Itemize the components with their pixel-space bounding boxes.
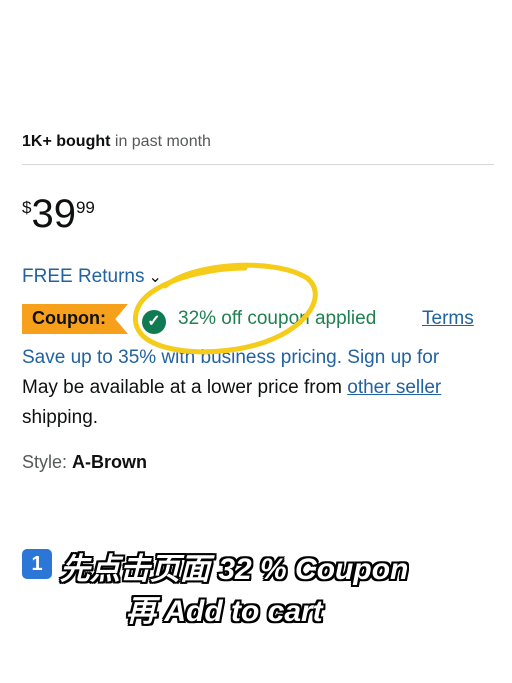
free-returns-link[interactable]: FREE Returns ⌄ [22, 266, 162, 288]
coupon-badge-label: Coupon: [32, 308, 106, 328]
coupon-applied-text: 32% off coupon applied [178, 308, 377, 329]
coupon-badge: Coupon: [22, 304, 128, 334]
price-currency: $ [22, 198, 32, 217]
caption-line-1: 先点击页面 32 % Coupon [60, 553, 409, 586]
shipping-text: shipping. [22, 407, 99, 428]
style-label: Style: [22, 452, 73, 472]
price-whole: 39 [31, 192, 76, 236]
bought-in-past-month: 1K+ bought in past month [22, 133, 211, 151]
step-number-badge: 1 [22, 549, 52, 579]
price: $3999 [22, 192, 95, 236]
free-returns-label: FREE Returns [22, 266, 145, 287]
bought-period: in past month [110, 133, 211, 150]
price-fraction: 99 [75, 198, 95, 217]
divider [22, 164, 494, 165]
lower-price-text: May be available at a lower price from o… [22, 377, 494, 399]
chevron-down-icon: ⌄ [148, 269, 162, 286]
other-sellers-link[interactable]: other seller [347, 377, 441, 398]
style-value: A-Brown [72, 452, 148, 472]
check-icon: ✓ [142, 310, 166, 334]
business-pricing-link[interactable]: Save up to 35% with business pricing. Si… [22, 347, 494, 369]
bought-count: 1K+ bought [22, 133, 111, 150]
caption-line-2: 再 Add to cart [126, 595, 323, 628]
lower-price-label: May be available at a lower price from [22, 377, 348, 398]
terms-link[interactable]: Terms [422, 308, 474, 330]
style-selection: Style: A-Brown [22, 452, 147, 473]
